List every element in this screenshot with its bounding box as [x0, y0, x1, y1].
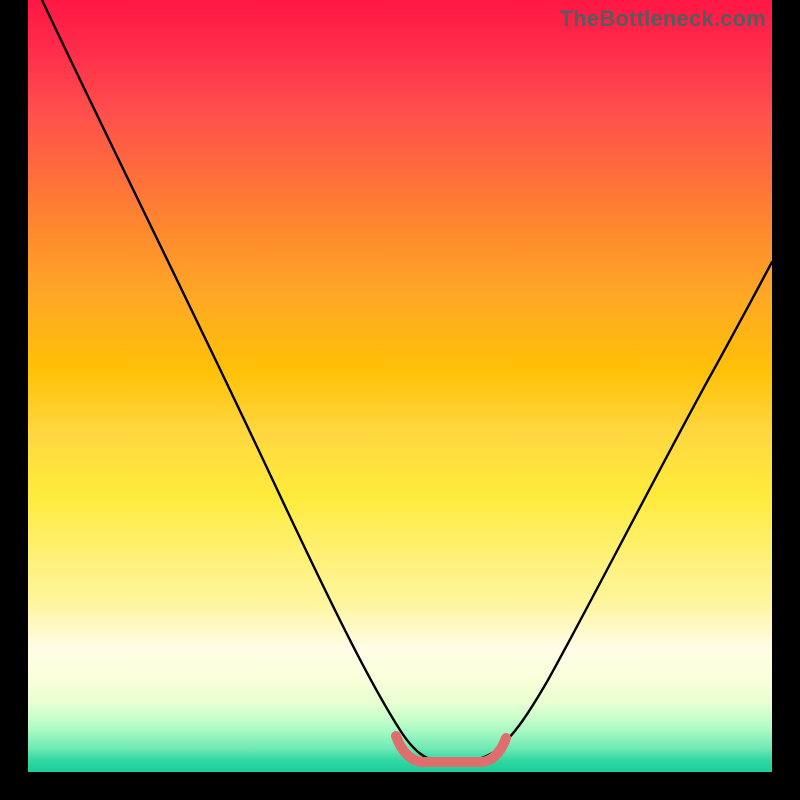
watermark-text: TheBottleneck.com [560, 6, 766, 32]
bottleneck-curve [42, 0, 772, 763]
optimal-range-marker [396, 736, 506, 762]
plot-area [28, 0, 772, 772]
curve-overlay [28, 0, 772, 772]
chart-frame: TheBottleneck.com [0, 0, 800, 800]
